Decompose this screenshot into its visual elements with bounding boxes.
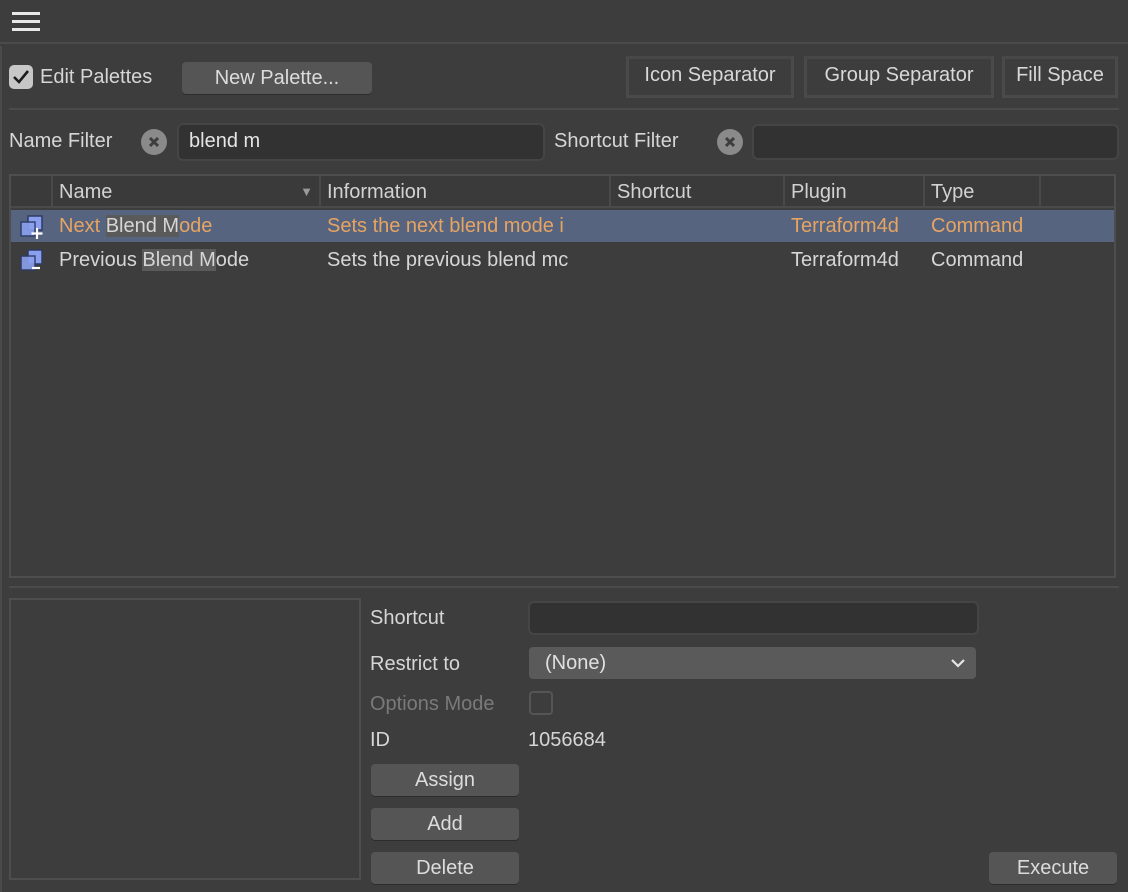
- assign-button[interactable]: Assign: [371, 764, 519, 796]
- column-header-type[interactable]: Type: [925, 176, 1041, 208]
- command-next-icon: [20, 215, 43, 239]
- shortcut-filter-input[interactable]: [752, 124, 1119, 160]
- column-header-plugin[interactable]: Plugin: [785, 176, 925, 208]
- row-information: Sets the previous blend mc: [327, 249, 569, 271]
- column-header-name[interactable]: Name ▼: [53, 176, 321, 208]
- id-value: 1056684: [528, 729, 606, 751]
- icon-separator-button[interactable]: Icon Separator: [626, 56, 794, 98]
- checkmark-icon: [13, 70, 30, 84]
- row-information: Sets the next blend mode i: [327, 215, 564, 237]
- shortcut-input[interactable]: [528, 601, 979, 635]
- column-header-empty: [1041, 176, 1114, 208]
- shortcut-label: Shortcut: [370, 607, 445, 629]
- restrict-to-dropdown[interactable]: (None): [529, 647, 976, 679]
- toolbar-divider: [9, 108, 1119, 110]
- command-previous-icon: [20, 249, 43, 271]
- table-divider: [9, 586, 1119, 588]
- commands-table: Name ▼ Information Shortcut Plugin Type …: [9, 174, 1116, 578]
- column-header-information[interactable]: Information: [321, 176, 611, 208]
- restrict-to-label: Restrict to: [370, 653, 461, 675]
- icon-preview-panel: [9, 598, 361, 880]
- shortcut-filter-label: Shortcut Filter: [554, 130, 679, 152]
- title-bar: [0, 0, 1128, 44]
- restrict-to-value: (None): [545, 652, 607, 674]
- group-separator-button[interactable]: Group Separator: [804, 56, 994, 98]
- delete-button[interactable]: Delete: [371, 852, 519, 884]
- column-header-name-label: Name: [59, 181, 113, 203]
- new-palette-button[interactable]: New Palette...: [182, 62, 372, 94]
- row-name: Previous Blend Mode: [59, 249, 250, 271]
- row-type: Command: [931, 215, 1024, 237]
- sort-descending-icon: ▼: [300, 184, 313, 199]
- row-plugin: Terraform4d: [791, 215, 899, 237]
- edit-palettes-label: Edit Palettes: [40, 66, 153, 88]
- name-filter-label: Name Filter: [9, 130, 113, 152]
- name-filter-input[interactable]: blend m: [177, 123, 545, 161]
- column-header-icon[interactable]: [11, 176, 53, 208]
- clear-name-filter-icon[interactable]: [141, 129, 167, 155]
- edit-palettes-checkbox[interactable]: [9, 65, 33, 89]
- left-border: [0, 46, 2, 892]
- column-header-shortcut[interactable]: Shortcut: [611, 176, 785, 208]
- chevron-down-icon: [951, 659, 965, 668]
- row-type: Command: [931, 249, 1024, 271]
- clear-shortcut-filter-icon[interactable]: [717, 129, 743, 155]
- hamburger-menu-icon[interactable]: [12, 12, 40, 32]
- table-row[interactable]: Next Blend Mode Sets the next blend mode…: [11, 210, 1114, 242]
- id-label: ID: [370, 729, 390, 751]
- options-mode-checkbox[interactable]: [529, 691, 553, 715]
- table-row[interactable]: Previous Blend Mode Sets the previous bl…: [11, 244, 1114, 276]
- add-button[interactable]: Add: [371, 808, 519, 840]
- fill-space-button[interactable]: Fill Space: [1002, 56, 1118, 98]
- row-plugin: Terraform4d: [791, 249, 899, 271]
- options-mode-label: Options Mode: [370, 693, 495, 715]
- row-name: Next Blend Mode: [59, 215, 213, 237]
- execute-button[interactable]: Execute: [989, 852, 1117, 884]
